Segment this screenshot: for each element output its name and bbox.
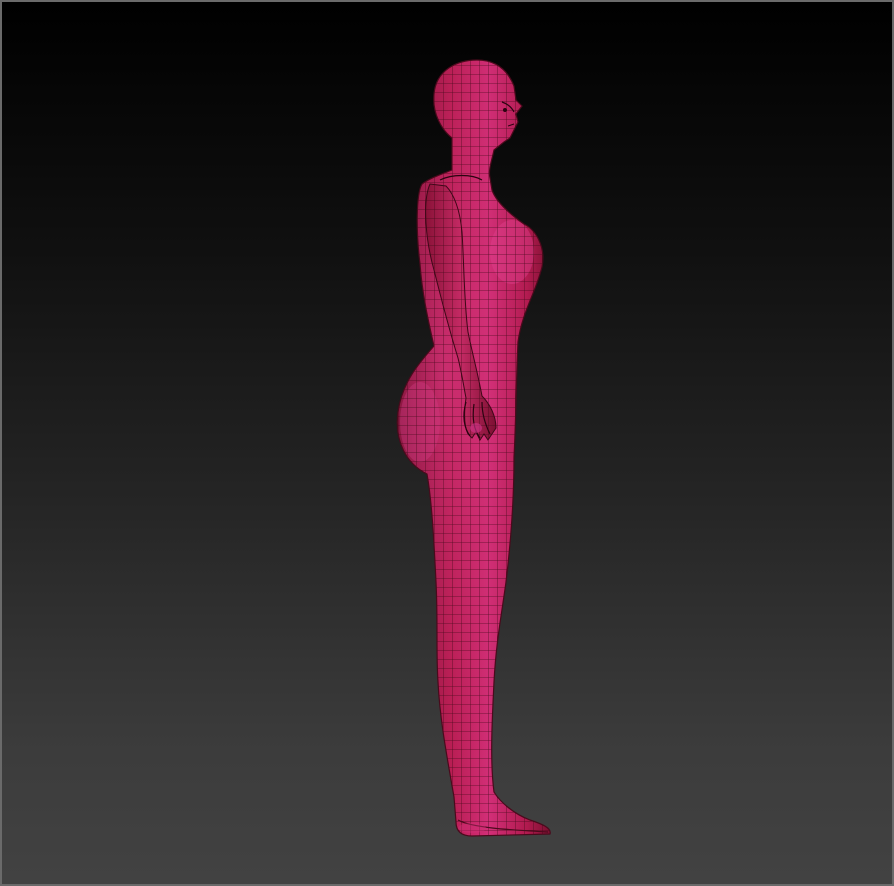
3d-viewport-canvas[interactable] [0, 0, 894, 886]
body-mesh [396, 59, 551, 837]
sculpt-model-figure[interactable] [2, 2, 892, 884]
